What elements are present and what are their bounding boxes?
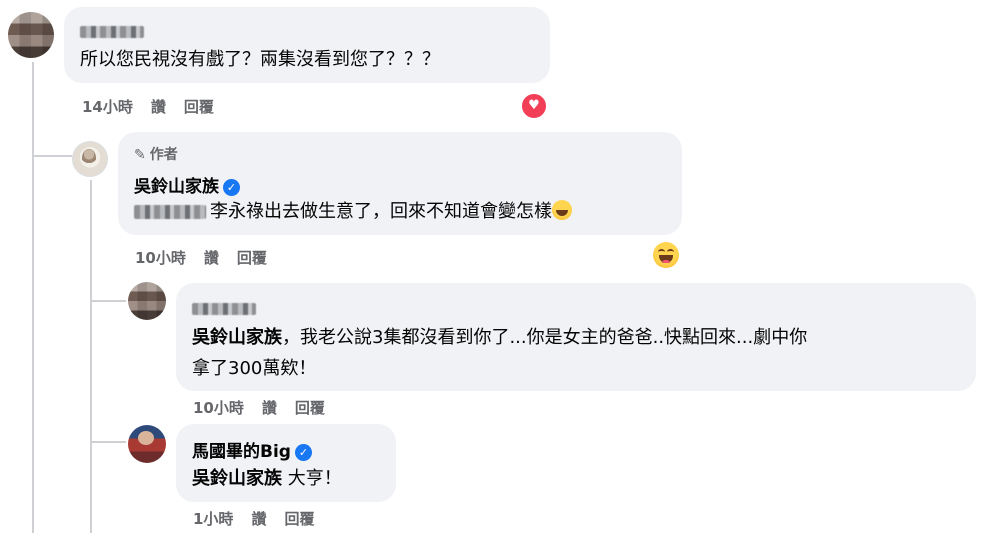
comment-text-line-2: 拿了300萬欸！ (192, 358, 317, 379)
comment-actions-3: 10小時讚回覆 (193, 397, 343, 418)
reply-button[interactable]: 回覆 (295, 399, 325, 417)
comment-actions-1: 14小時讚回覆 (82, 96, 232, 117)
comment-bubble-1: 所以您民視沒有戲了？兩集沒看到您了？？？ (64, 7, 550, 83)
comment-bubble-4: 馬國畢的Big ✓ 吳鈴山家族 大亨！ (176, 424, 396, 502)
verified-icon: ✓ (223, 178, 240, 196)
comment-time[interactable]: 10小時 (135, 249, 186, 267)
like-button[interactable]: 讚 (151, 98, 166, 116)
thread-line-branch-1 (32, 155, 72, 157)
like-button[interactable]: 讚 (251, 510, 266, 528)
mention-redacted[interactable] (134, 205, 206, 219)
commenter-name[interactable]: 吳鈴山家族 ✓ (134, 172, 240, 197)
comment-bubble-2: ✎ 作者 吳鈴山家族 ✓ 李永祿出去做生意了，回來不知道會變怎樣 (118, 132, 682, 235)
reply-button[interactable]: 回覆 (237, 249, 267, 267)
avatar[interactable] (72, 141, 108, 177)
comment-text: 吳鈴山家族 大亨！ (192, 468, 342, 489)
comment-text-line-1: 吳鈴山家族，我老公說3集都沒看到你了...你是女主的爸爸..快點回來...劇中你 (192, 327, 808, 348)
reply-button[interactable]: 回覆 (184, 98, 214, 116)
reply-button[interactable]: 回覆 (284, 510, 314, 528)
like-button[interactable]: 讚 (262, 399, 277, 417)
thread-line-branch-3 (90, 441, 126, 443)
heart-reaction-icon[interactable]: ♥ (520, 92, 548, 120)
commenter-name-redacted[interactable] (192, 298, 256, 317)
pencil-icon: ✎ (134, 147, 146, 163)
avatar[interactable] (128, 425, 166, 463)
comment-actions-4: 1小時讚回覆 (193, 508, 332, 529)
avatar[interactable] (8, 12, 54, 58)
commenter-name-redacted[interactable] (80, 21, 144, 40)
comment-time[interactable]: 14小時 (82, 98, 133, 116)
commenter-name[interactable]: 馬國畢的Big ✓ (192, 437, 312, 462)
author-badge: ✎ 作者 (134, 147, 178, 163)
laughing-emoji-icon (552, 200, 572, 220)
thread-line-main (32, 62, 34, 533)
comment-actions-2: 10小時讚回覆 (135, 247, 285, 268)
avatar[interactable] (128, 282, 166, 320)
comment-bubble-3: 吳鈴山家族，我老公說3集都沒看到你了...你是女主的爸爸..快點回來...劇中你… (176, 283, 976, 391)
haha-reaction-icon[interactable] (653, 242, 679, 268)
mention-tag[interactable]: 吳鈴山家族 (192, 468, 282, 489)
like-button[interactable]: 讚 (204, 249, 219, 267)
comment-time[interactable]: 10小時 (193, 399, 244, 417)
mention-tag[interactable]: 吳鈴山家族 (192, 327, 282, 348)
comment-text: 所以您民視沒有戲了？兩集沒看到您了？？？ (80, 49, 440, 70)
comment-text: 李永祿出去做生意了，回來不知道會變怎樣 (134, 197, 572, 223)
thread-line-branch-2 (90, 300, 126, 302)
thread-line-sub (90, 180, 92, 533)
comment-time[interactable]: 1小時 (193, 510, 233, 528)
verified-icon: ✓ (294, 443, 312, 461)
